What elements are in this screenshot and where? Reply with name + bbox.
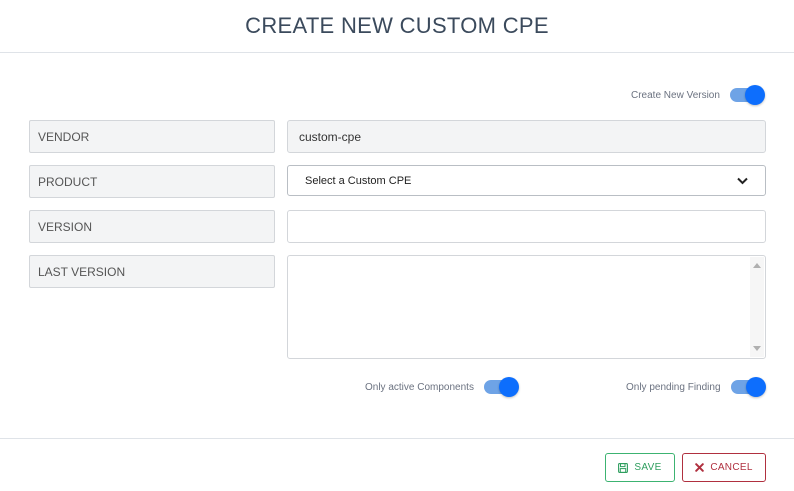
- vendor-label: VENDOR: [29, 120, 275, 153]
- version-input[interactable]: [287, 210, 766, 243]
- save-label: SAVE: [634, 462, 662, 473]
- only-active-components-row: Only active Components: [365, 377, 519, 397]
- product-label: PRODUCT: [29, 165, 275, 198]
- cancel-label: CANCEL: [710, 462, 753, 473]
- product-selected-value: Select a Custom CPE: [305, 174, 412, 187]
- scroll-up-icon[interactable]: [753, 263, 761, 268]
- textarea-scrollbar[interactable]: [750, 257, 764, 357]
- modal-header: CREATE NEW CUSTOM CPE: [0, 0, 794, 53]
- cancel-button[interactable]: CANCEL: [682, 453, 766, 482]
- toggle-knob: [744, 85, 765, 105]
- save-button[interactable]: SAVE: [605, 453, 675, 482]
- only-pending-finding-row: Only pending Finding: [626, 377, 766, 397]
- vendor-value: custom-cpe: [299, 129, 362, 144]
- modal-title: CREATE NEW CUSTOM CPE: [245, 13, 549, 38]
- toggle-knob: [745, 377, 766, 397]
- chevron-down-icon: [736, 175, 748, 187]
- version-label: VERSION: [29, 210, 275, 243]
- product-select[interactable]: Select a Custom CPE: [287, 165, 766, 196]
- vendor-field: custom-cpe: [287, 120, 766, 153]
- only-pending-finding-toggle[interactable]: [730, 377, 766, 397]
- last-version-textarea[interactable]: [287, 255, 766, 359]
- x-mark-icon: [695, 463, 705, 472]
- scroll-down-icon[interactable]: [753, 346, 761, 351]
- only-pending-finding-label: Only pending Finding: [626, 381, 721, 393]
- only-active-components-toggle[interactable]: [483, 377, 519, 397]
- create-new-version-row: Create New Version: [631, 85, 765, 105]
- floppy-disk-icon: [618, 462, 629, 473]
- toggle-knob: [498, 377, 519, 397]
- create-new-version-label: Create New Version: [631, 89, 720, 101]
- only-active-components-label: Only active Components: [365, 381, 474, 393]
- create-new-version-toggle[interactable]: [729, 85, 765, 105]
- modal-footer: SAVE CANCEL: [0, 438, 794, 491]
- last-version-label: LAST VERSION: [29, 255, 275, 288]
